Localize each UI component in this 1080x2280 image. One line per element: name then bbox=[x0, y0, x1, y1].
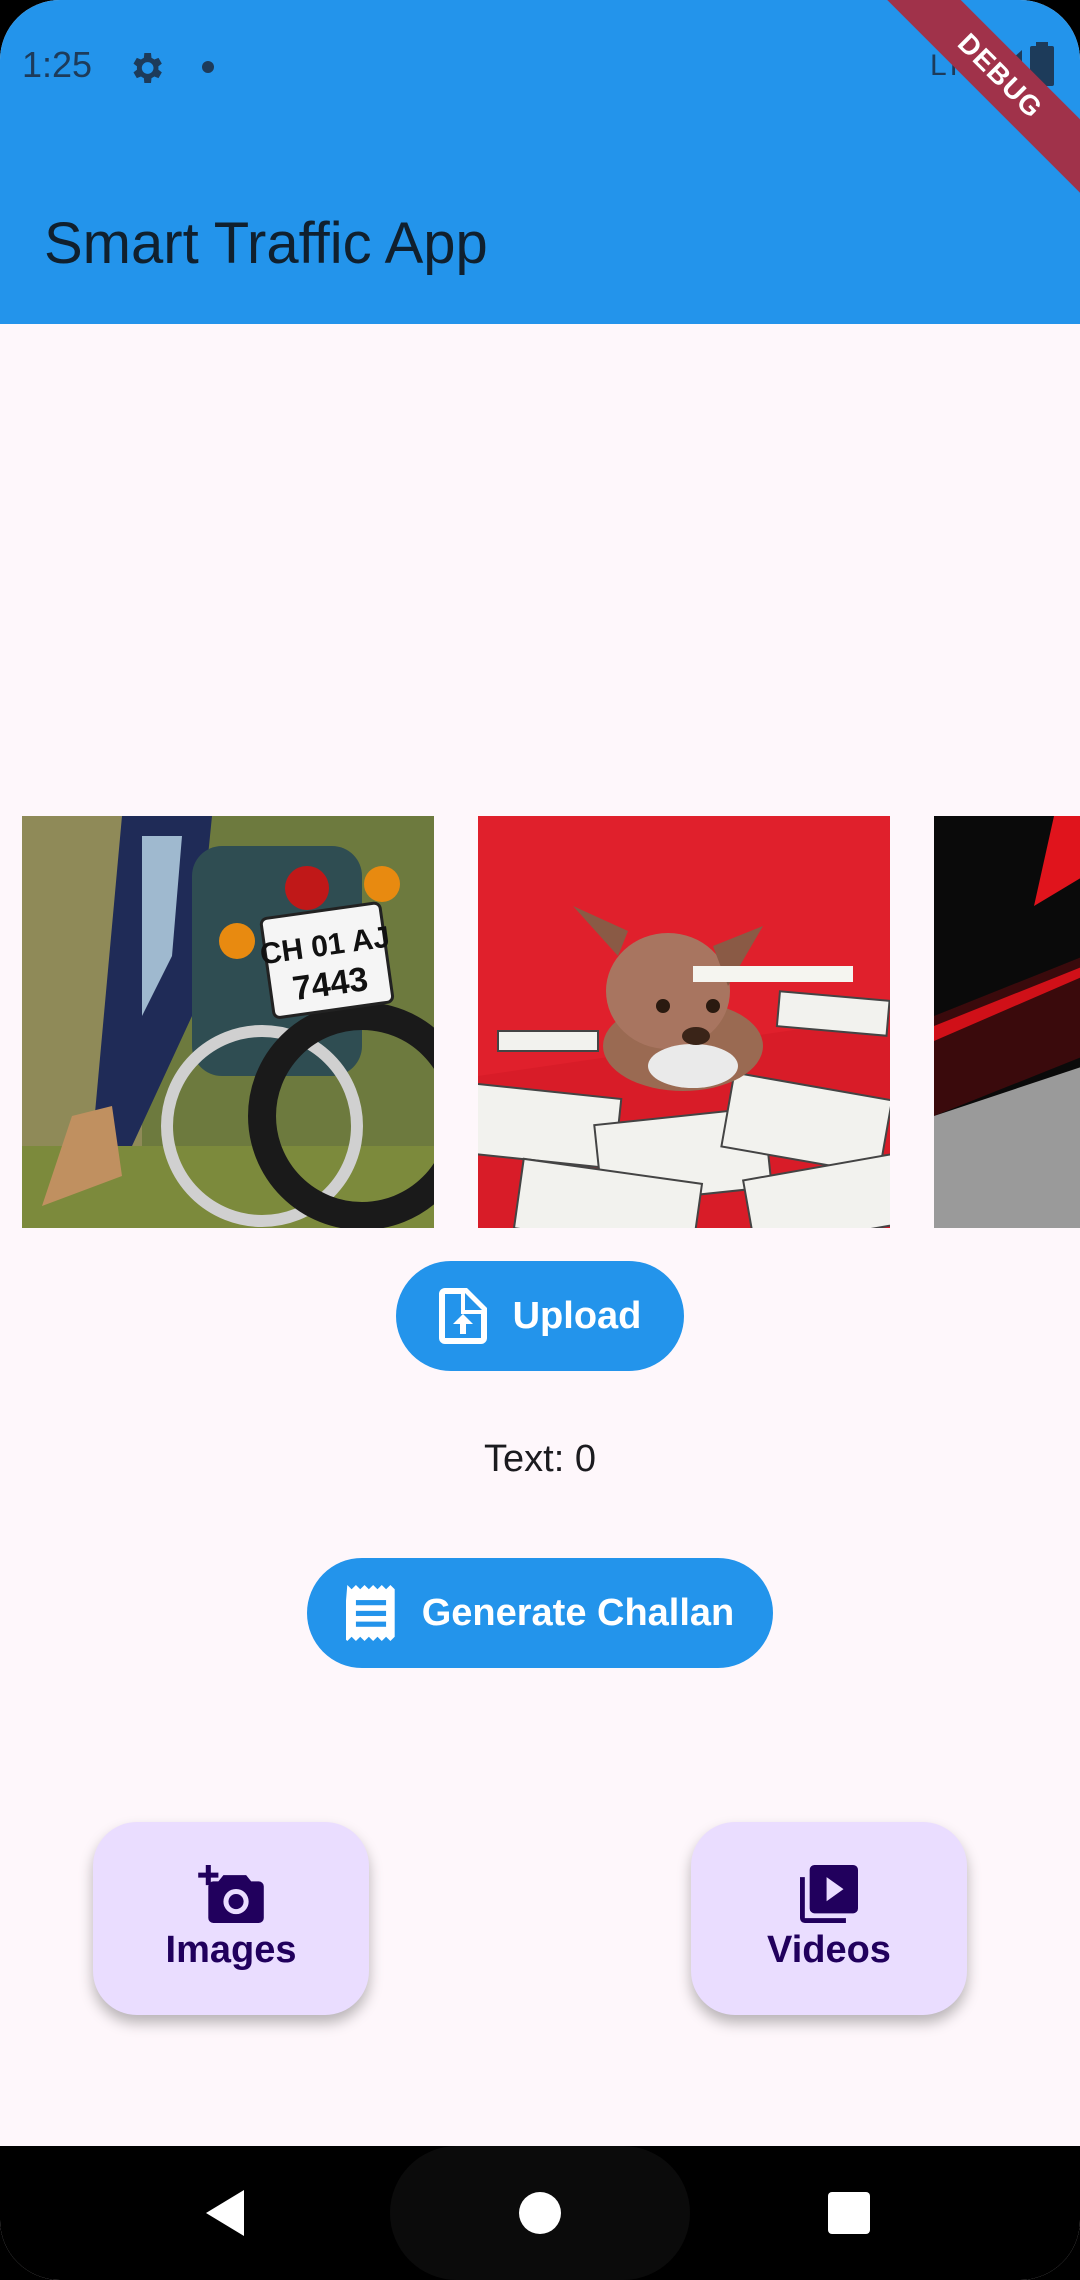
upload-button[interactable]: Upload bbox=[396, 1261, 684, 1371]
recents-icon[interactable] bbox=[828, 2192, 870, 2234]
debug-banner: DEBUG bbox=[875, 0, 1080, 201]
dog-money-picture bbox=[478, 816, 890, 1228]
system-navigation-bar bbox=[0, 2146, 1080, 2280]
gear-icon bbox=[133, 53, 162, 83]
home-icon[interactable] bbox=[519, 2192, 561, 2234]
videos-button-label: Videos bbox=[767, 1929, 891, 1971]
upload-button-label: Upload bbox=[512, 1294, 642, 1337]
upload-file-icon bbox=[438, 1288, 487, 1344]
image-carousel[interactable]: CH 01 AJ 7443 bbox=[0, 816, 1080, 1228]
images-button-label: Images bbox=[165, 1929, 297, 1971]
back-icon[interactable] bbox=[204, 2188, 250, 2238]
app-screen: 1:25 LTE DEBUG Smart Traffic App bbox=[0, 0, 1080, 2280]
add-photo-icon bbox=[198, 1865, 264, 1923]
dot-icon bbox=[202, 61, 214, 73]
dog-money-image[interactable] bbox=[478, 816, 890, 1228]
video-library-icon bbox=[800, 1865, 858, 1923]
videos-button[interactable]: Videos bbox=[691, 1822, 967, 2015]
motorcycle-plate-picture: CH 01 AJ 7443 bbox=[22, 816, 434, 1228]
tunnel-picture bbox=[934, 816, 1080, 1228]
generate-challan-button[interactable]: Generate Challan bbox=[307, 1558, 773, 1668]
app-bar: 1:25 LTE DEBUG Smart Traffic App bbox=[0, 0, 1080, 324]
page-title: Smart Traffic App bbox=[44, 211, 488, 276]
generate-challan-label: Generate Challan bbox=[421, 1591, 735, 1634]
images-button[interactable]: Images bbox=[93, 1822, 369, 2015]
status-time: 1:25 bbox=[22, 44, 93, 85]
tunnel-image[interactable] bbox=[934, 816, 1080, 1228]
receipt-icon bbox=[345, 1585, 395, 1641]
result-text: Text: 0 bbox=[484, 1438, 596, 1480]
motorcycle-plate-image[interactable]: CH 01 AJ 7443 bbox=[22, 816, 434, 1228]
